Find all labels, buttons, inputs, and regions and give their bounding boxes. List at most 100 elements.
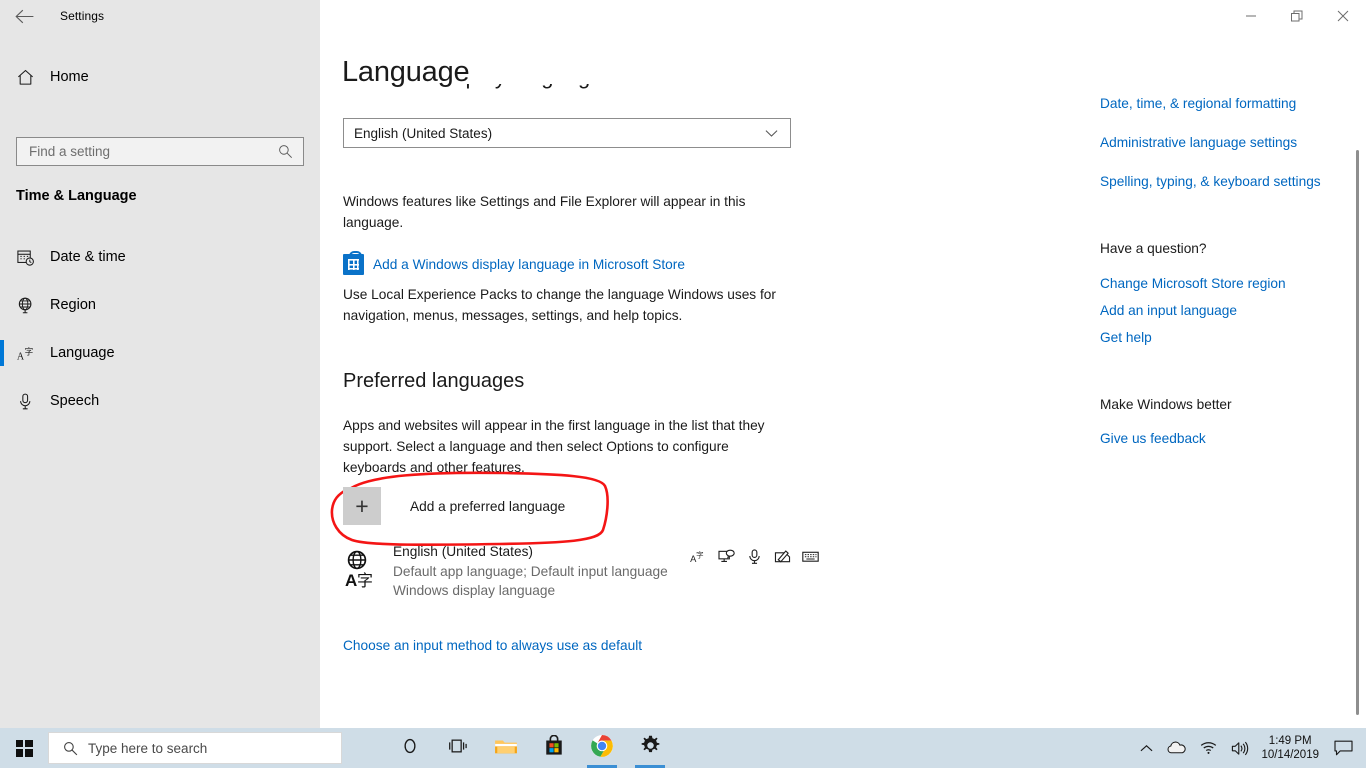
taskbar-google-chrome-button[interactable]	[578, 728, 626, 768]
windows-start-icon	[15, 739, 33, 757]
microsoft-store-icon	[544, 734, 564, 761]
store-link-label[interactable]: Add a Windows display language in Micros…	[373, 257, 685, 272]
file-explorer-icon	[494, 736, 518, 761]
sidebar: Home Find a setting Time & Language Date…	[0, 32, 320, 728]
close-button[interactable]	[1320, 0, 1366, 32]
choose-input-method-link[interactable]: Choose an input method to always use as …	[343, 638, 642, 653]
sidebar-item-label: Region	[50, 297, 96, 313]
sidebar-item-speech[interactable]: Speech	[0, 381, 320, 421]
scrollbar-thumb[interactable]	[1356, 150, 1359, 715]
cloud-icon[interactable]	[1160, 741, 1193, 755]
language-name: English (United States)	[393, 544, 533, 559]
speaker-icon[interactable]	[1224, 741, 1256, 756]
action-center-button[interactable]	[1328, 740, 1366, 757]
sidebar-item-region[interactable]: Region	[0, 285, 320, 325]
handwriting-icon	[774, 548, 791, 565]
local-experience-packs-description: Use Local Experience Packs to change the…	[343, 287, 776, 323]
language-subtitle-default: Default app language; Default input lang…	[393, 564, 668, 579]
action-center-icon	[1334, 740, 1353, 755]
title-bar: Settings	[0, 0, 1366, 32]
make-windows-better-heading: Make Windows better	[1100, 397, 1232, 412]
taskbar-search-input[interactable]: Type here to search	[48, 732, 342, 764]
minimize-icon	[1246, 15, 1256, 17]
add-preferred-language-label: Add a preferred language	[410, 498, 566, 514]
globe-icon	[16, 293, 46, 317]
language-feature-icons: A 字	[690, 548, 819, 565]
taskbar-clock[interactable]: 1:49 PM 10/14/2019	[1256, 734, 1328, 762]
main-content: Language Windows display language Englis…	[320, 32, 1366, 728]
taskbar-search-placeholder: Type here to search	[88, 740, 208, 756]
restore-button[interactable]	[1274, 0, 1320, 32]
store-link-row[interactable]: Add a Windows display language in Micros…	[343, 251, 685, 275]
content-scrollbar[interactable]	[1350, 32, 1366, 728]
language-globe-icon: A 字	[343, 548, 383, 590]
settings-gear-icon	[640, 735, 661, 761]
back-arrow-icon	[14, 9, 33, 23]
search-icon	[278, 144, 293, 159]
rail-link-change-store-region[interactable]: Change Microsoft Store region	[1100, 276, 1286, 291]
preferred-languages-description: Apps and websites will appear in the fir…	[343, 418, 765, 475]
svg-text:字: 字	[25, 345, 34, 357]
cortana-icon	[401, 737, 419, 760]
taskbar-task-view-button[interactable]	[434, 728, 482, 768]
scrolled-heading-text: Windows display language	[342, 84, 672, 90]
window-controls	[1228, 0, 1366, 32]
microphone-icon	[16, 389, 46, 413]
settings-window: Settings Home Find a setting Time & Lang…	[0, 0, 1366, 728]
wifi-icon[interactable]	[1193, 741, 1224, 755]
display-language-description: Windows features like Settings and File …	[343, 194, 746, 230]
minimize-button[interactable]	[1228, 0, 1274, 32]
start-button[interactable]	[0, 728, 48, 768]
have-a-question-heading: Have a question?	[1100, 241, 1207, 256]
display-language-value: English (United States)	[354, 125, 493, 141]
svg-text:A: A	[345, 571, 357, 590]
language-icon: A 字	[16, 341, 46, 365]
rail-link-give-us-feedback[interactable]: Give us feedback	[1100, 431, 1206, 446]
sidebar-item-label: Language	[50, 345, 115, 361]
taskbar-cortana-button[interactable]	[386, 728, 434, 768]
sidebar-item-home[interactable]: Home	[0, 57, 320, 97]
chevron-up-icon[interactable]	[1133, 744, 1160, 753]
title-bar-left: Settings	[0, 0, 320, 32]
sidebar-item-label: Home	[50, 69, 89, 85]
rail-link-administrative-language[interactable]: Administrative language settings	[1100, 135, 1297, 150]
search-input[interactable]: Find a setting	[16, 137, 304, 166]
scrolled-heading-remnant: Windows display language	[342, 84, 672, 94]
preferred-languages-heading: Preferred languages	[343, 370, 525, 392]
clock-date: 10/14/2019	[1261, 749, 1319, 761]
close-icon	[1337, 10, 1349, 22]
calendar-clock-icon	[16, 245, 46, 269]
app-title: Settings	[60, 9, 105, 23]
language-pack-icon: A 字	[690, 548, 707, 565]
restore-icon	[1291, 10, 1303, 22]
keyboard-icon	[802, 548, 819, 565]
system-tray: 1:49 PM 10/14/2019	[1133, 728, 1366, 768]
task-view-icon	[448, 737, 468, 760]
search-icon	[63, 741, 78, 756]
sidebar-item-date-time[interactable]: Date & time	[0, 237, 320, 277]
back-button[interactable]	[0, 0, 48, 32]
sidebar-nav-list: Date & time Region A 字 Language Speech	[0, 237, 320, 421]
rail-link-get-help[interactable]: Get help	[1100, 330, 1152, 345]
google-chrome-icon	[590, 734, 614, 763]
speech-recognition-icon	[746, 548, 763, 565]
svg-text:字: 字	[696, 549, 704, 559]
taskbar: Type here to search 1:49 PM 10/14/2019	[0, 728, 1366, 768]
sidebar-item-label: Date & time	[50, 249, 126, 265]
rail-link-spelling-typing-keyboard[interactable]: Spelling, typing, & keyboard settings	[1100, 174, 1321, 189]
microsoft-store-icon	[343, 251, 364, 275]
sidebar-item-label: Speech	[50, 393, 100, 409]
clock-time: 1:49 PM	[1268, 735, 1312, 747]
list-item[interactable]: A 字 English (United States) Default app …	[343, 544, 819, 604]
taskbar-settings-button[interactable]	[626, 728, 674, 768]
svg-text:字: 字	[357, 571, 373, 590]
display-language-dropdown[interactable]: English (United States)	[343, 118, 791, 148]
rail-link-date-time-formatting[interactable]: Date, time, & regional formatting	[1100, 96, 1296, 111]
add-preferred-language-button[interactable]: + Add a preferred language	[343, 487, 565, 525]
taskbar-file-explorer-button[interactable]	[482, 728, 530, 768]
sidebar-item-language[interactable]: A 字 Language	[0, 333, 320, 373]
taskbar-microsoft-store-button[interactable]	[530, 728, 578, 768]
rail-link-add-input-language[interactable]: Add an input language	[1100, 303, 1237, 318]
home-icon	[16, 65, 46, 89]
language-subtitle-display: Windows display language	[393, 583, 556, 598]
